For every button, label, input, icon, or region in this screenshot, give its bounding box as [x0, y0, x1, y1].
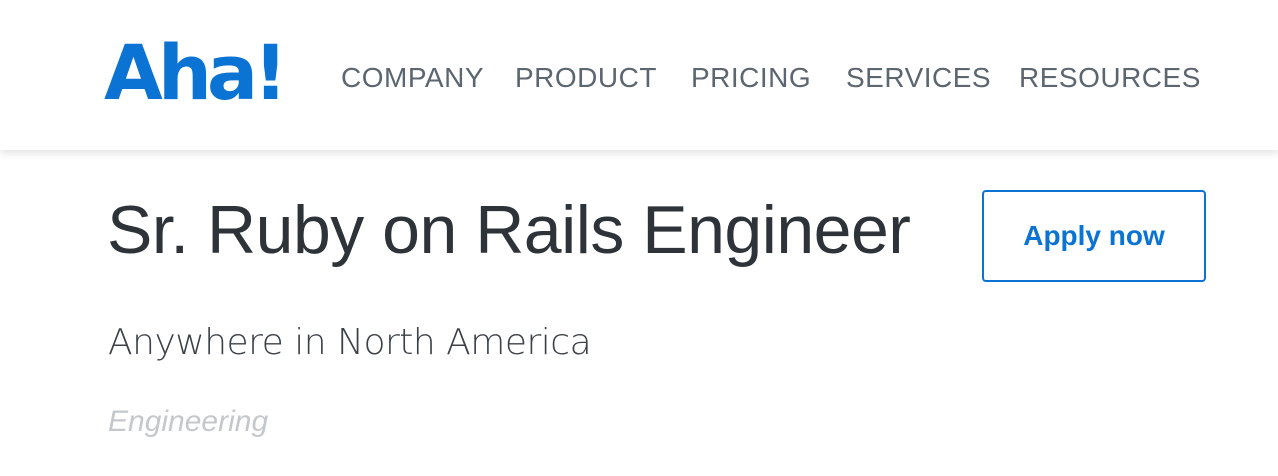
nav-item-company[interactable]: COMPANY — [341, 58, 484, 98]
nav-item-pricing[interactable]: PRICING — [691, 58, 811, 98]
site-header: Aha! COMPANY PRODUCT PRICING SERVICES RE… — [0, 0, 1278, 150]
job-title: Sr. Ruby on Rails Engineer — [107, 192, 911, 268]
apply-now-button[interactable]: Apply now — [982, 190, 1206, 282]
aha-logo[interactable]: Aha! — [104, 28, 288, 118]
nav-item-product[interactable]: PRODUCT — [515, 58, 657, 98]
job-location: Anywhere in North America — [108, 322, 592, 363]
nav-item-services[interactable]: SERVICES — [846, 58, 991, 98]
nav-item-resources[interactable]: RESOURCES — [1019, 58, 1201, 98]
job-department: Engineering — [108, 405, 269, 438]
